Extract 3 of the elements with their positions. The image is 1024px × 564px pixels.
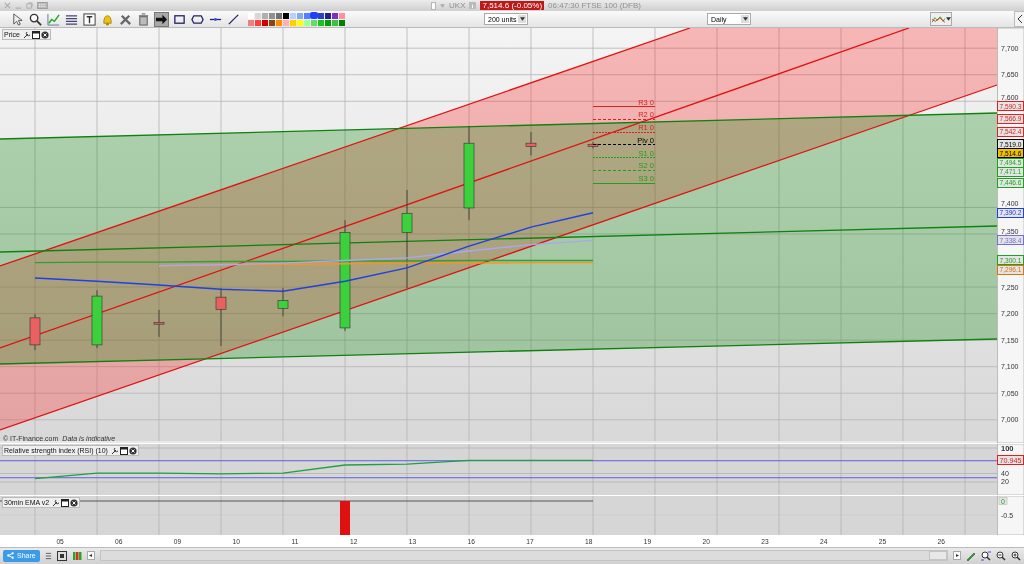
price-change-badge: 7,514.6 (-0.05%)	[480, 1, 545, 11]
quote-status: 06:47:30 FTSE 100 (DFB)	[548, 1, 641, 11]
symbol-label: UKX	[449, 1, 466, 11]
